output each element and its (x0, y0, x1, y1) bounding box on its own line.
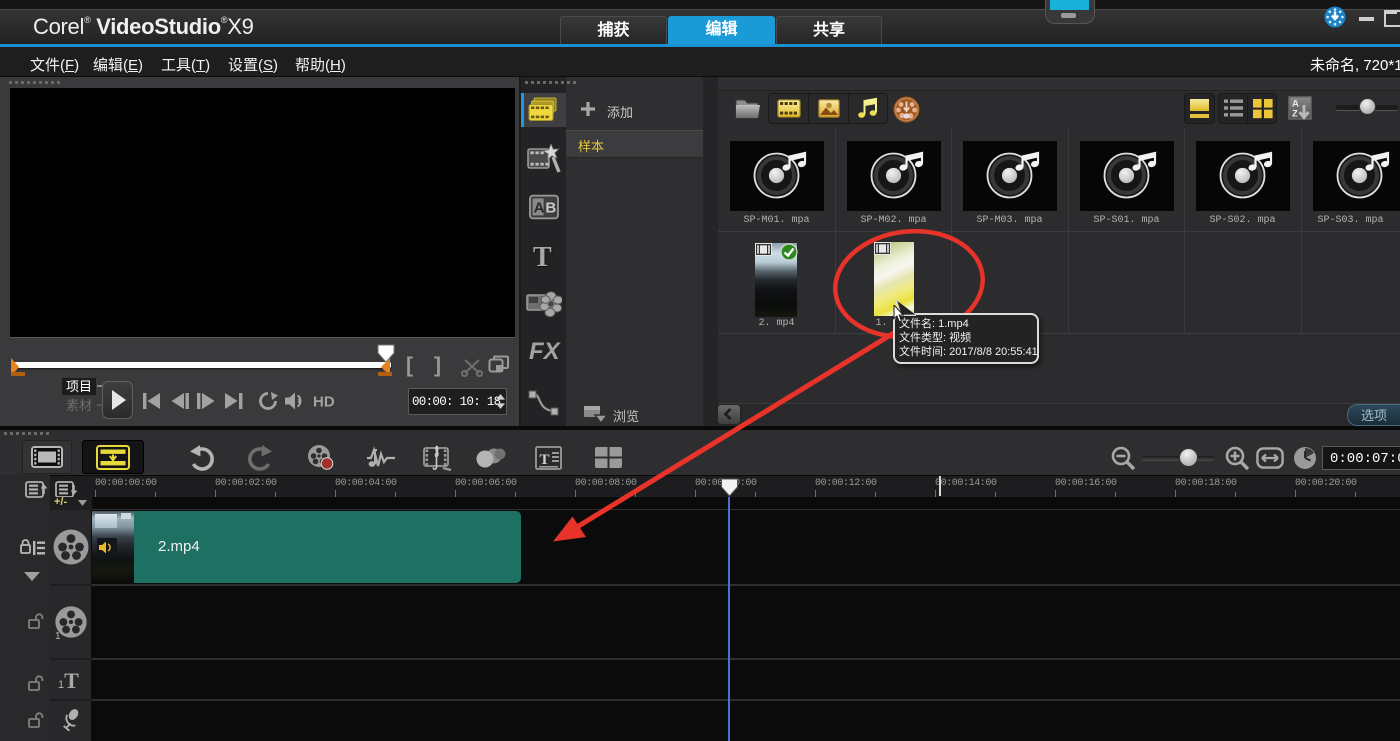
svg-text:HD: HD (313, 394, 335, 411)
svg-text:A: A (534, 200, 545, 217)
svg-text:Z: Z (1292, 109, 1298, 120)
svg-text:T: T (540, 452, 550, 468)
svg-text:B: B (545, 200, 556, 217)
